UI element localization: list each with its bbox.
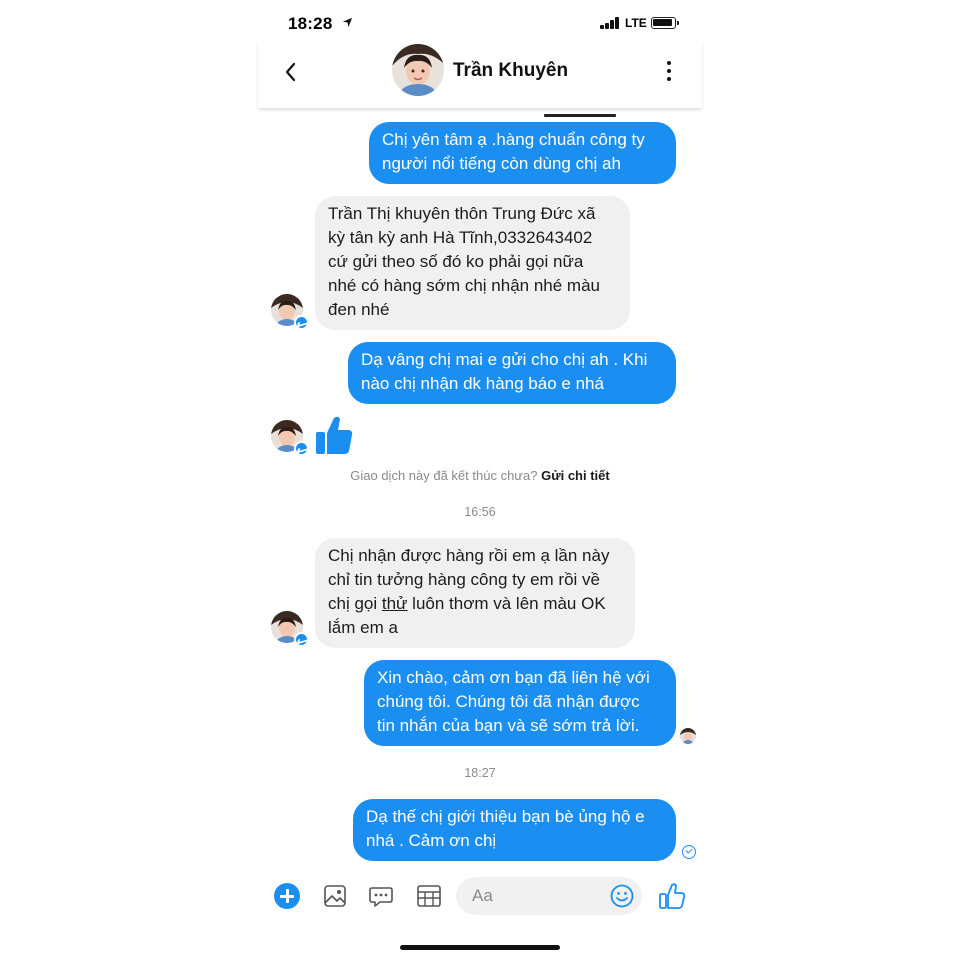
battery-icon <box>651 17 679 29</box>
message-text: Chị yên tâm ạ .hàng chuẩn công ty <box>382 130 645 149</box>
home-indicator[interactable] <box>400 945 560 950</box>
message-text: người nổi tiếng còn dùng chị ah <box>382 154 621 173</box>
message-text: kỳ tân kỳ anh Hà Tĩnh,0332643402 <box>328 228 593 247</box>
conversation-header: Trần Khuyên <box>258 40 702 108</box>
message-input-container[interactable] <box>456 877 642 915</box>
scroll-indicator <box>544 114 616 117</box>
timestamp: 16:56 <box>464 505 496 519</box>
message-text: tin nhắn của bạn và sẽ sớm trả lời. <box>377 716 640 735</box>
transaction-prompt: Giao dịch này đã kết thúc chưa? Gửi chi … <box>258 468 702 483</box>
message-bubble-incoming[interactable]: Trần Thị khuyên thôn Trung Đức xã kỳ tân… <box>315 196 630 330</box>
plus-icon[interactable] <box>274 883 300 909</box>
messenger-badge-icon <box>294 315 309 330</box>
message-input[interactable] <box>472 886 592 906</box>
message-bubble-incoming[interactable]: Chị nhận được hàng rồi em ạ lần này chỉ … <box>315 538 635 648</box>
back-chevron-icon[interactable] <box>280 58 302 86</box>
message-text: Dạ vâng chị mai e gửi cho chị ah . Khi <box>361 350 648 369</box>
message-text: cứ gửi theo số đó ko phải gọi nữa <box>328 252 584 271</box>
signal-icon <box>600 17 620 29</box>
message-bubble-outgoing[interactable]: Dạ vâng chị mai e gửi cho chị ah . Khi n… <box>348 342 676 404</box>
chat-bubble-icon[interactable] <box>368 883 394 909</box>
message-text: lắm em a <box>328 618 398 637</box>
emoji-icon[interactable] <box>610 884 634 908</box>
transaction-question: Giao dịch này đã kết thúc chưa? <box>350 468 542 483</box>
image-icon[interactable] <box>322 883 348 909</box>
message-text: nhé có hàng sớm chị nhận nhé màu <box>328 276 600 295</box>
message-composer <box>258 870 702 922</box>
message-bubble-outgoing[interactable]: Dạ thế chị giới thiệu bạn bè ủng hộ e nh… <box>353 799 676 861</box>
location-arrow-icon <box>342 17 353 28</box>
message-text: đen nhé <box>328 300 390 319</box>
status-time: 18:28 <box>288 14 333 33</box>
message-text: nào chị nhận dk hàng báo e nhá <box>361 374 604 393</box>
send-details-link[interactable]: Gửi chi tiết <box>541 468 610 483</box>
messenger-badge-icon <box>294 632 309 647</box>
contact-avatar[interactable] <box>392 44 444 96</box>
message-text: Trần Thị khuyên thôn Trung Đức xã <box>328 204 596 223</box>
message-text: chị gọi thử luôn thơm và lên màu OK <box>328 594 606 613</box>
timestamp: 18:27 <box>464 766 496 780</box>
message-text: Dạ thế chị giới thiệu bạn bè ủng hộ e <box>366 807 645 826</box>
message-text: Xin chào, cảm ơn bạn đã liên hệ với <box>377 668 650 687</box>
message-text: Chị nhận được hàng rồi em ạ lần này <box>328 546 610 565</box>
underlined-word: thử <box>381 594 408 613</box>
messenger-badge-icon <box>294 441 309 456</box>
thumbs-up-icon[interactable] <box>314 414 354 458</box>
seen-icon <box>680 728 696 744</box>
phone-screen: 18:28 LTE Trần Khuyên Chị yên tâm ạ .hàn… <box>258 0 702 960</box>
gif-icon[interactable] <box>416 883 442 909</box>
more-vertical-icon[interactable] <box>662 60 676 84</box>
message-text: nhá . Cảm ơn chị <box>366 831 497 850</box>
delivered-check-icon <box>682 845 696 859</box>
message-bubble-outgoing[interactable]: Xin chào, cảm ơn bạn đã liên hệ với chún… <box>364 660 676 746</box>
network-type: LTE <box>625 16 647 30</box>
message-text: chỉ tin tưởng hàng công ty em rồi về <box>328 570 600 589</box>
like-icon[interactable] <box>658 882 686 910</box>
message-text: chúng tôi. Chúng tôi đã nhận được <box>377 692 640 711</box>
message-bubble-outgoing[interactable]: Chị yên tâm ạ .hàng chuẩn công ty người … <box>369 122 676 184</box>
contact-name[interactable]: Trần Khuyên <box>453 60 568 82</box>
